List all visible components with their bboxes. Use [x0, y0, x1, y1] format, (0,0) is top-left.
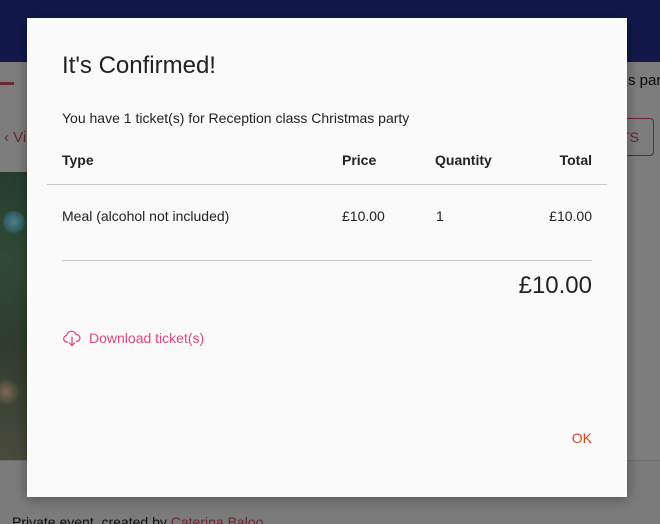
created-by-prefix: Private event, created by [12, 514, 171, 524]
accent-dash [0, 82, 14, 85]
column-header-total: Total [559, 152, 592, 168]
column-header-quantity: Quantity [435, 152, 492, 168]
event-details-panel [627, 172, 660, 461]
download-tickets-label: Download ticket(s) [89, 330, 205, 346]
dialog-title: It's Confirmed! [62, 52, 216, 79]
ok-button[interactable]: OK [572, 430, 592, 446]
ticket-price-cell: £10.00 [342, 208, 385, 224]
event-image [0, 172, 28, 460]
cloud-download-icon [63, 330, 81, 347]
ticket-type-cell: Meal (alcohol not included) [62, 208, 230, 224]
total-divider [62, 260, 592, 261]
confirmation-dialog: It's Confirmed! You have 1 ticket(s) for… [27, 18, 627, 497]
column-header-type: Type [62, 152, 94, 168]
chevron-left-icon: ‹ [4, 129, 14, 146]
creator-link[interactable]: Caterina Baloo [171, 514, 264, 524]
table-header-divider [47, 184, 607, 185]
event-title-fragment: s par [628, 72, 660, 89]
column-header-price: Price [342, 152, 377, 168]
ticket-quantity-cell: 1 [436, 208, 444, 224]
grand-total: £10.00 [518, 272, 592, 299]
download-tickets-link[interactable]: Download ticket(s) [62, 328, 204, 348]
ticket-summary: You have 1 ticket(s) for Reception class… [62, 110, 410, 126]
event-created-by: Private event, created by Caterina Baloo [12, 514, 263, 524]
ticket-total-cell: £10.00 [549, 208, 592, 224]
